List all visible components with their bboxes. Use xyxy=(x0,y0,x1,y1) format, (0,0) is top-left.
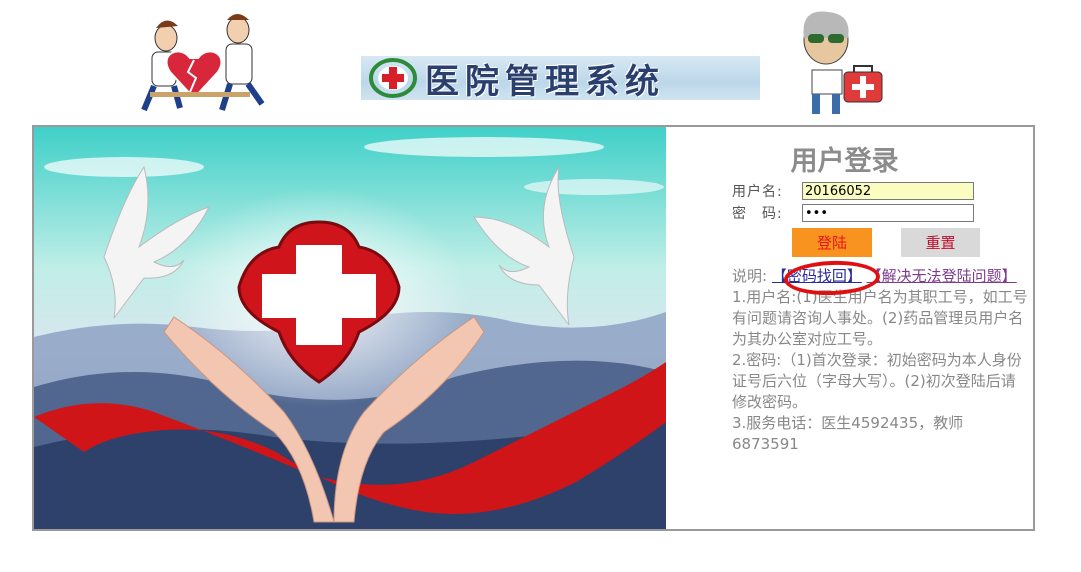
password-input[interactable] xyxy=(802,204,974,222)
instructions: 说明: 【密码找回】 【解决无法登陆问题】 1.用户名:(1)医生用户名为其职工… xyxy=(732,266,1028,455)
password-label: 密 码: xyxy=(732,206,783,222)
system-logo-banner: 医院管理系统 xyxy=(361,56,760,102)
login-button[interactable]: 登陆 xyxy=(792,228,872,257)
login-panel: 用户登录 用户名: 密 码: 登陆 重置 说明: 【密码找回】 【解决无法登陆问… xyxy=(666,125,1035,531)
username-row: 用户名: xyxy=(732,181,974,201)
mascot-illustration xyxy=(782,10,897,122)
banner-photo xyxy=(32,125,668,531)
notes-label: 说明: xyxy=(732,267,768,285)
password-row: 密 码: xyxy=(732,203,974,223)
login-help-link[interactable]: 【解决无法登陆问题】 xyxy=(867,267,1017,285)
doctors-illustration xyxy=(130,8,275,120)
reset-button[interactable]: 重置 xyxy=(901,228,980,257)
note-password: 2.密码:（1)首次登录：初始密码为本人身份证号后六位（字母大写）。(2)初次登… xyxy=(732,351,1022,411)
username-input[interactable] xyxy=(802,182,974,200)
system-title: 医院管理系统 xyxy=(425,61,665,102)
login-title: 用户登录 xyxy=(790,146,899,177)
note-username: 1.用户名:(1)医生用户名为其职工号，如工号有问题请咨询人事处。(2)药品管理… xyxy=(732,288,1028,348)
username-label: 用户名: xyxy=(732,184,783,200)
password-recovery-link[interactable]: 【密码找回】 xyxy=(772,267,862,285)
red-cross-emblem-icon xyxy=(369,58,417,98)
note-phone: 3.服务电话：医生4592435，教师6873591 xyxy=(732,414,964,453)
